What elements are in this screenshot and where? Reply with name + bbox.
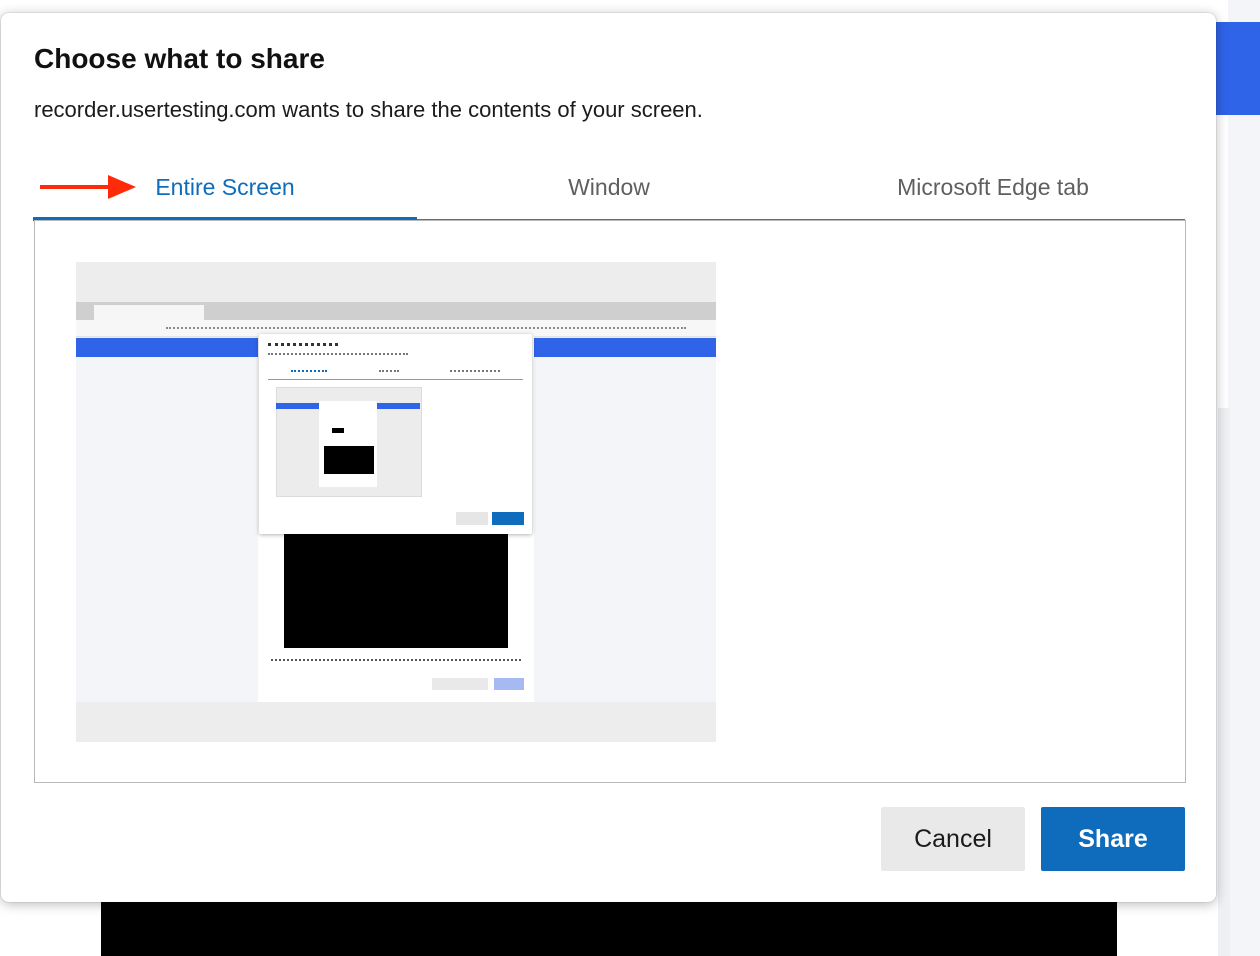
thumb-address-text [166, 327, 686, 331]
thumb-page-button [432, 678, 488, 690]
thumb-page-video [284, 522, 508, 648]
tab-entire-screen-label: Entire Screen [155, 173, 295, 200]
thumb-nested-video [324, 446, 374, 474]
thumb-dialog-subtitle [268, 353, 408, 356]
tab-microsoft-edge-tab-label: Microsoft Edge tab [897, 173, 1089, 200]
screen-thumbnail[interactable] [76, 262, 716, 742]
share-dialog: Choose what to share recorder.usertestin… [1, 13, 1216, 902]
dialog-subtitle: recorder.usertesting.com wants to share … [34, 97, 703, 122]
thumb-dialog-tab [450, 370, 500, 373]
tab-window[interactable]: Window [417, 155, 801, 219]
cancel-button[interactable]: Cancel [881, 807, 1025, 871]
screen-list [34, 220, 1186, 783]
thumb-page-button [494, 678, 524, 690]
thumb-nested-block [332, 428, 344, 433]
share-button[interactable]: Share [1041, 807, 1185, 871]
background-header-bar [1210, 22, 1260, 115]
thumb-dialog-tab [291, 370, 327, 373]
thumb-browser-tab [94, 305, 204, 320]
background-side-panel [1218, 408, 1230, 956]
thumb-dialog-title [268, 343, 338, 348]
dialog-title: Choose what to share [34, 43, 325, 74]
thumb-nested-card [319, 401, 377, 487]
share-tabs: Entire Screen Window Microsoft Edge tab [33, 155, 1185, 221]
tab-microsoft-edge-tab[interactable]: Microsoft Edge tab [801, 155, 1185, 219]
thumb-dialog-tabline [268, 379, 523, 380]
thumb-dialog-tab [379, 370, 399, 373]
tab-window-label: Window [568, 173, 650, 200]
background-video-area [101, 902, 1117, 956]
thumb-dialog-button [456, 512, 488, 525]
thumb-dialog-button [492, 512, 524, 525]
tab-entire-screen[interactable]: Entire Screen [33, 155, 417, 221]
thumb-page-text [271, 659, 521, 663]
